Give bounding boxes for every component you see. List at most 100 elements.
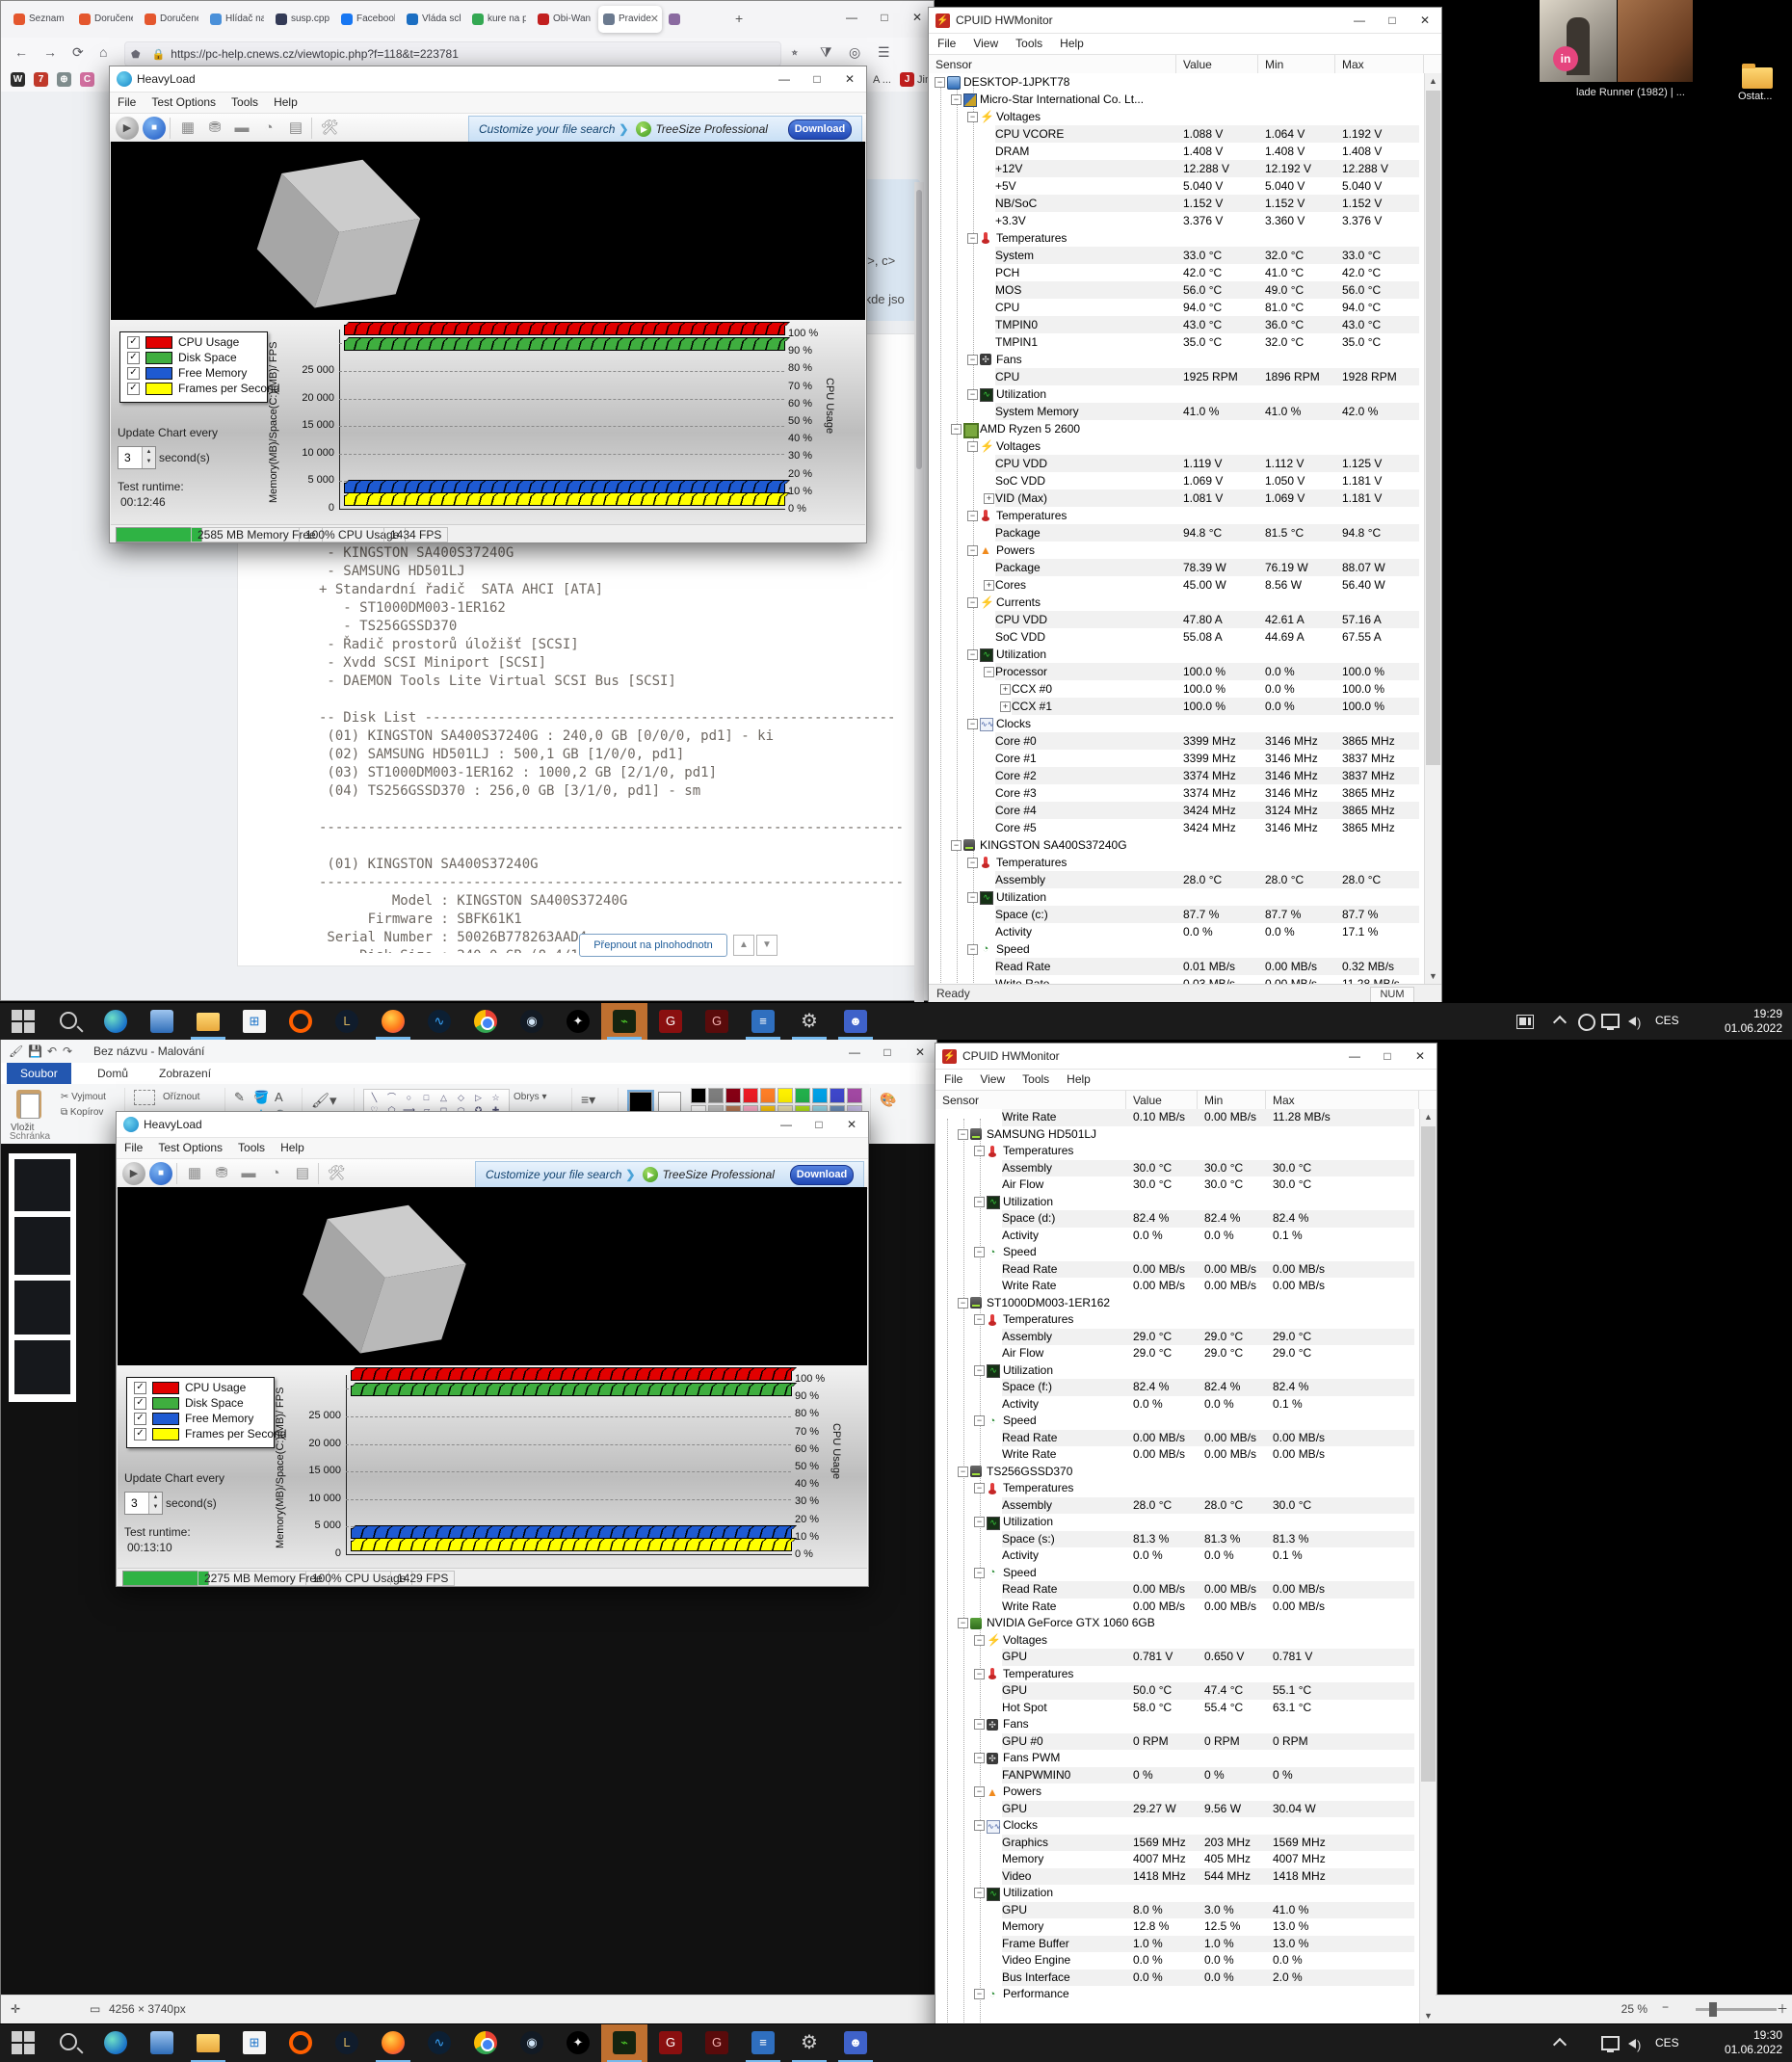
expander-icon[interactable]: − (967, 544, 978, 556)
sensor-row[interactable]: − ⚡ Voltages (936, 1632, 1420, 1650)
menu-item[interactable]: File (929, 34, 964, 53)
legend-checkbox[interactable]: ✓ (127, 352, 140, 364)
url-bar[interactable]: ⬟ 🔒 https://pc-help.cnews.cz/viewtopic.php… (124, 41, 781, 66)
close-icon[interactable]: ✕ (1404, 1044, 1436, 1069)
expander-icon[interactable]: − (974, 1483, 985, 1494)
sensor-row[interactable]: − DESKTOP-1JPKT78 (929, 73, 1425, 91)
sensor-row[interactable]: GPU 0.781 V 0.650 V 0.781 V (936, 1649, 1420, 1666)
browser-tab[interactable] (664, 6, 727, 33)
spinner-arrows[interactable]: ▲ ▼ (148, 1493, 162, 1514)
maximize-icon[interactable]: □ (868, 5, 901, 30)
expander-icon[interactable]: + (984, 492, 994, 504)
window-controls[interactable]: — □ ✕ (1338, 1044, 1436, 1069)
options-icon[interactable]: 🛠 (325, 1162, 348, 1185)
tray-chevron-icon[interactable] (1552, 2037, 1568, 2052)
expander-icon[interactable]: − (958, 1466, 968, 1477)
memory-test-icon[interactable]: ▬ (237, 1162, 260, 1185)
file-explorer-icon[interactable] (185, 2024, 231, 2062)
sensor-row[interactable]: − Micro-Star International Co. Lt... (929, 91, 1425, 108)
active-app-icon[interactable]: ⌁ (601, 2024, 647, 2062)
contacts-icon[interactable]: ☻ (832, 2024, 879, 2062)
menu-item[interactable]: Help (1051, 34, 1093, 53)
window-controls[interactable]: — □ ✕ (770, 1112, 868, 1137)
new-tab-icon[interactable]: + (735, 11, 743, 26)
network-icon[interactable] (1601, 2036, 1620, 2052)
expander-icon[interactable]: + (1000, 683, 1011, 695)
steam-icon[interactable]: ◉ (509, 1003, 555, 1040)
legend-checkbox[interactable]: ✓ (127, 383, 140, 395)
taskbar-clock[interactable]: 19:29 01.06.2022 (1725, 1007, 1782, 1036)
expander-icon[interactable]: − (974, 1719, 985, 1731)
steam-icon[interactable]: ◉ (509, 2024, 555, 2062)
sensor-row[interactable]: Core #3 3374 MHz 3146 MHz 3865 MHz (929, 784, 1425, 802)
menu-item[interactable]: File (936, 1070, 971, 1089)
origin-icon[interactable] (277, 2024, 324, 2062)
sensor-row[interactable]: FANPWMIN0 0 % 0 % 0 % (936, 1766, 1420, 1784)
sensor-row[interactable]: Core #1 3399 MHz 3146 MHz 3837 MHz (929, 750, 1425, 767)
lol-icon[interactable]: L (324, 1003, 370, 1040)
sensor-row[interactable]: Core #0 3399 MHz 3146 MHz 3865 MHz (929, 732, 1425, 750)
sensor-row[interactable]: − ◔ Speed (936, 1413, 1420, 1430)
sensor-row[interactable]: Space (f:) 82.4 % 82.4 % 82.4 % (936, 1379, 1420, 1396)
volume-icon[interactable] (1628, 1016, 1641, 1030)
window-controls[interactable]: — □ ✕ (768, 66, 866, 92)
fill-icon[interactable]: 🪣 (253, 1090, 269, 1105)
sensor-row[interactable]: − ◔ Speed (936, 1565, 1420, 1582)
zoom-slider[interactable] (1696, 2002, 1777, 2017)
gpu-test-icon[interactable]: ◔ (257, 117, 280, 140)
spinner-arrows[interactable]: ▲ ▼ (142, 447, 155, 468)
board-test-icon[interactable]: ▤ (291, 1162, 314, 1185)
column-header-value[interactable]: Value (1126, 1091, 1198, 1110)
back-icon[interactable]: ← (14, 44, 28, 60)
disk-test-icon[interactable]: ⛃ (203, 117, 226, 140)
sensor-row[interactable]: Activity 0.0 % 0.0 % 17.1 % (929, 923, 1425, 940)
sensor-row[interactable]: − ✣ Fans PWM (936, 1750, 1420, 1767)
sensor-row[interactable]: Assembly 28.0 °C 28.0 °C 28.0 °C (929, 871, 1425, 888)
expander-icon[interactable]: − (974, 1415, 985, 1427)
redo-icon[interactable]: ↷ (63, 1044, 72, 1058)
sensor-row[interactable]: SoC VDD 1.069 V 1.050 V 1.181 V (929, 472, 1425, 489)
disk-test-icon[interactable]: ⛃ (210, 1162, 233, 1185)
menu-item[interactable]: File (110, 93, 144, 112)
expander-icon[interactable]: + (984, 579, 994, 591)
minimize-icon[interactable]: — (1338, 1044, 1371, 1069)
palette-color[interactable] (708, 1088, 724, 1103)
expander-icon[interactable]: − (974, 1567, 985, 1578)
palette-color[interactable] (847, 1088, 862, 1103)
expander-icon[interactable]: − (967, 510, 978, 521)
expander-icon[interactable]: − (974, 1786, 985, 1798)
sensor-row[interactable]: SoC VDD 55.08 A 44.69 A 67.55 A (929, 628, 1425, 646)
origin-icon[interactable] (277, 1003, 324, 1040)
sensor-row[interactable]: +5V 5.040 V 5.040 V 5.040 V (929, 177, 1425, 195)
desktop-photo-2[interactable] (1618, 0, 1693, 82)
ribbon-tab-soubor[interactable]: Soubor (7, 1063, 71, 1084)
doc-app-icon[interactable]: ≡ (740, 2024, 786, 2062)
browser-tab[interactable]: kure na p (467, 6, 531, 33)
scroll-down-icon[interactable]: ▼ (1425, 968, 1441, 985)
sensor-row[interactable]: − ∿∿ Clocks (936, 1817, 1420, 1835)
download-button[interactable]: Download (788, 119, 852, 140)
legend-checkbox[interactable]: ✓ (134, 1413, 146, 1425)
start-button[interactable] (0, 1003, 46, 1040)
browser-window-controls[interactable]: — □ ✕ (835, 5, 934, 30)
gputweak-icon[interactable]: G (647, 1003, 694, 1040)
browser-tab[interactable]: Pravide ✕ (598, 6, 662, 33)
menu-item[interactable]: View (964, 34, 1007, 53)
volume-icon[interactable] (1628, 2038, 1641, 2052)
shape-item[interactable]: ⌒ (385, 1092, 398, 1103)
shape-item[interactable]: □ (420, 1092, 433, 1103)
browser-tab[interactable]: Hlídač na (205, 6, 269, 33)
edge-icon[interactable] (92, 2024, 139, 2062)
sensor-row[interactable]: Memory 12.8 % 12.5 % 13.0 % (936, 1918, 1420, 1936)
bookmark-favicon[interactable]: C (80, 72, 94, 87)
palette-color[interactable] (812, 1088, 828, 1103)
sensor-row[interactable]: Video Engine 0.0 % 0.0 % 0.0 % (936, 1952, 1420, 1969)
sensor-row[interactable]: − ST1000DM003-1ER162 (936, 1295, 1420, 1312)
minimize-icon[interactable]: — (768, 66, 801, 92)
extensions-icon[interactable]: ⧩ (820, 44, 832, 61)
menu-item[interactable]: View (971, 1070, 1014, 1089)
settings-gear-icon[interactable]: ⚙ (786, 1003, 832, 1040)
sensor-row[interactable]: Space (d:) 82.4 % 82.4 % 82.4 % (936, 1210, 1420, 1228)
shape-item[interactable]: ◇ (455, 1092, 467, 1103)
sensor-row[interactable]: Write Rate 0.00 MB/s 0.00 MB/s 0.00 MB/s (936, 1278, 1420, 1295)
